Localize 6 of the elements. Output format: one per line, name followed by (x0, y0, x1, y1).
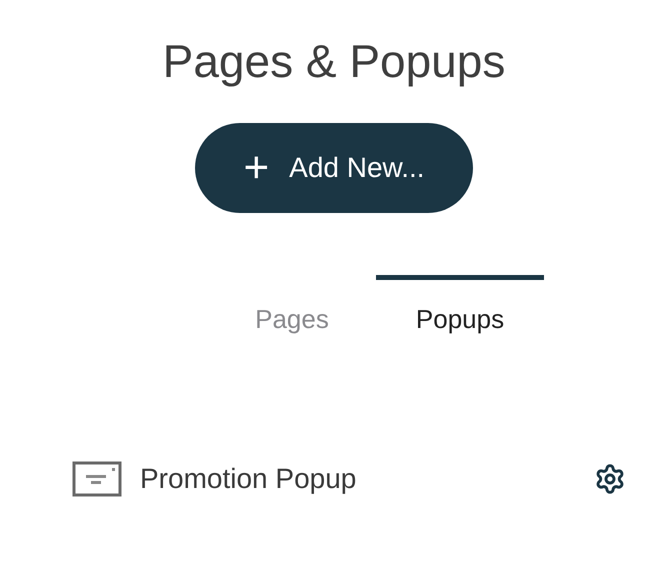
popup-name[interactable]: Promotion Popup (140, 458, 356, 500)
settings-icon[interactable] (594, 463, 626, 495)
popup-icon (72, 461, 122, 497)
tab[interactable]: Popups (376, 275, 544, 345)
add-new-button[interactable]: + Add New... (195, 123, 473, 213)
page-title: Pages & Popups (162, 34, 506, 89)
